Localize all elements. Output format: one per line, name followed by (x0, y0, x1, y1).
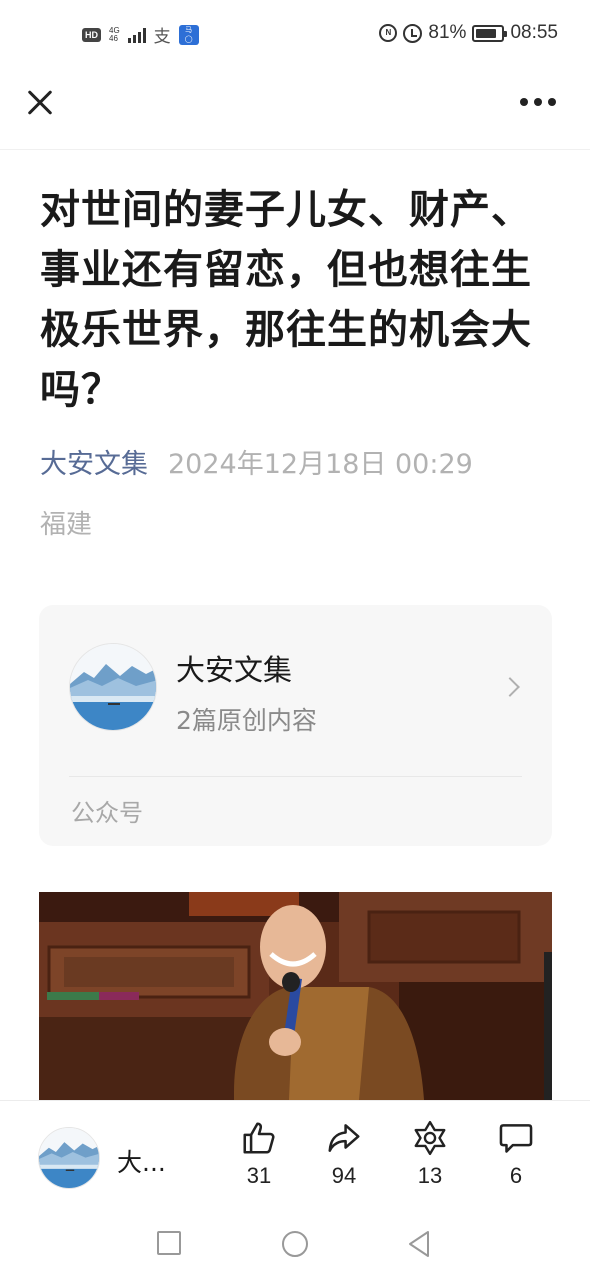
clock: 08:55 (510, 22, 558, 43)
network-sub-label: 46 (109, 33, 118, 43)
news-app-icon: 马 ◯ (178, 24, 199, 45)
system-nav-bar (0, 1206, 590, 1280)
circle-icon[interactable] (281, 1230, 309, 1258)
status-left: HD 4G 46 支 马 ◯ (82, 22, 199, 47)
account-type-label: 公众号 (71, 799, 143, 827)
share-count: 94 (331, 1163, 357, 1188)
network-type: 4G 46 (109, 26, 120, 43)
publish-location: 福建 (40, 510, 93, 540)
account-description: 2篇原创内容 (176, 706, 317, 735)
signal-icon (127, 27, 146, 43)
account-card[interactable]: 大安文集 2篇原创内容 公众号 (39, 605, 552, 846)
article-meta: 大安文集 2024年12月18日 00:29 (40, 442, 473, 481)
recommend-count: 13 (417, 1163, 443, 1188)
status-right: N 81% 08:55 (379, 22, 558, 44)
more-dots-icon[interactable] (520, 98, 556, 106)
publish-date: 2024年12月18日 00:29 (168, 449, 473, 480)
bottom-toolbar: 大... 31 94 13 6 (0, 1100, 590, 1206)
account-name: 大安文集 (176, 653, 293, 687)
recommend-star-icon (414, 1120, 446, 1156)
share-arrow-icon (328, 1124, 360, 1152)
nfc-icon: N (379, 24, 398, 42)
card-divider (69, 776, 522, 777)
status-bar: HD 4G 46 支 马 ◯ N 81% 08:55 (0, 0, 590, 70)
battery-fill (476, 28, 496, 38)
comment-bubble-icon (499, 1124, 533, 1153)
share-button[interactable]: 94 (314, 1119, 374, 1189)
chevron-right-icon (500, 677, 520, 697)
hd-badge: HD (82, 27, 101, 42)
square-icon[interactable] (156, 1230, 182, 1256)
thumbs-up-icon (243, 1122, 275, 1154)
battery-percent: 81% (428, 22, 467, 43)
account-avatar (69, 643, 157, 731)
triangle-back-icon[interactable] (406, 1230, 432, 1258)
close-icon[interactable] (22, 84, 58, 120)
like-count: 31 (246, 1163, 272, 1188)
toolbar-account-avatar[interactable] (38, 1127, 100, 1189)
alipay-icon: 支 (153, 27, 171, 47)
comment-button[interactable]: 6 (486, 1119, 546, 1189)
like-button[interactable]: 31 (229, 1119, 289, 1189)
toolbar-account-name[interactable]: 大... (117, 1143, 166, 1179)
recommend-button[interactable]: 13 (400, 1119, 460, 1189)
author-link[interactable]: 大安文集 (40, 449, 148, 480)
comment-count: 6 (509, 1163, 523, 1188)
battery-icon (472, 24, 508, 42)
article-title: 对世间的妻子儿女、财产、事业还有留恋，但也想往生极乐世界，那往生的机会大吗？ (40, 187, 532, 413)
article-photo[interactable] (39, 892, 552, 1100)
top-nav (0, 70, 590, 150)
alarm-icon (403, 23, 423, 43)
